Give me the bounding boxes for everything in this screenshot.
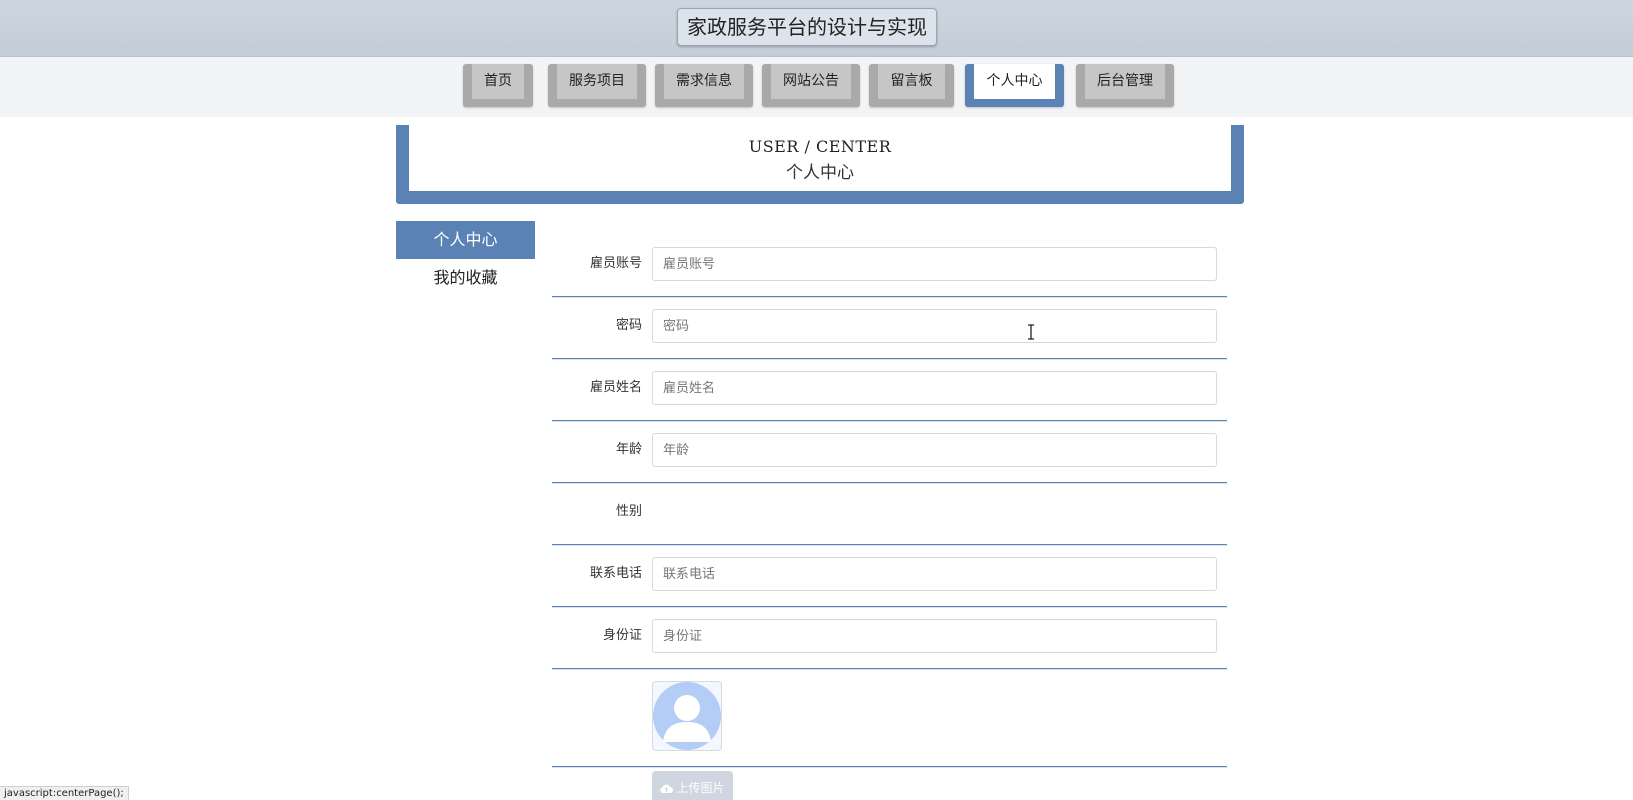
nav-item-label: 服务项目 xyxy=(557,64,637,99)
account-input[interactable] xyxy=(652,247,1217,281)
side-item-favorites[interactable]: 我的收藏 xyxy=(396,259,535,297)
page-root: 家政服务平台的设计与实现 首页 服务项目 需求信息 网站公告 留言板 个人中心 … xyxy=(0,0,1633,800)
nav-item-message-board[interactable]: 留言板 xyxy=(869,64,954,107)
nav-item-label: 留言板 xyxy=(878,64,945,99)
gender-label: 性别 xyxy=(615,504,642,519)
id-card-input[interactable] xyxy=(652,619,1217,653)
name-label: 雇员姓名 xyxy=(589,380,642,395)
nav-item-admin[interactable]: 后台管理 xyxy=(1076,64,1174,107)
user-avatar-icon xyxy=(653,682,721,750)
phone-label: 联系电话 xyxy=(589,566,642,581)
nav-item-label: 后台管理 xyxy=(1085,64,1165,99)
browser-status-bar: javascript:centerPage(); xyxy=(0,786,129,800)
nav-item-label: 网站公告 xyxy=(771,64,851,99)
main-nav: 首页 服务项目 需求信息 网站公告 留言板 个人中心 后台管理 xyxy=(0,57,1633,117)
form-row-avatar xyxy=(552,670,1227,767)
site-title: 家政服务平台的设计与实现 xyxy=(677,8,937,46)
account-label: 雇员账号 xyxy=(589,256,642,271)
profile-form: 雇员账号 密码 雇员姓名 年龄 性别 联系电话 身份证 xyxy=(552,236,1227,768)
form-row-phone: 联系电话 xyxy=(552,546,1227,607)
section-title-en: USER / CENTER xyxy=(748,137,892,156)
section-banner: USER / CENTER 个人中心 xyxy=(396,125,1244,204)
nav-item-label: 首页 xyxy=(472,64,524,99)
phone-input[interactable] xyxy=(652,557,1217,591)
nav-item-home[interactable]: 首页 xyxy=(463,64,533,107)
nav-item-demands[interactable]: 需求信息 xyxy=(655,64,753,107)
age-input[interactable] xyxy=(652,433,1217,467)
id-card-label: 身份证 xyxy=(602,628,642,643)
form-row-name: 雇员姓名 xyxy=(552,360,1227,421)
nav-item-user-center[interactable]: 个人中心 xyxy=(965,64,1064,107)
section-banner-body: USER / CENTER 个人中心 xyxy=(409,125,1231,191)
side-menu: 个人中心 我的收藏 xyxy=(396,221,535,297)
password-input[interactable] xyxy=(652,309,1217,343)
nav-item-announcements[interactable]: 网站公告 xyxy=(762,64,860,107)
nav-item-label: 需求信息 xyxy=(664,64,744,99)
nav-item-services[interactable]: 服务项目 xyxy=(548,64,646,107)
age-label: 年龄 xyxy=(615,442,642,457)
form-row-age: 年龄 xyxy=(552,422,1227,483)
name-input[interactable] xyxy=(652,371,1217,405)
upload-image-button[interactable]: 上传图片 xyxy=(652,771,733,800)
side-item-user-center[interactable]: 个人中心 xyxy=(396,221,535,259)
nav-item-label: 个人中心 xyxy=(974,64,1055,99)
avatar-preview[interactable] xyxy=(652,681,722,751)
section-title-cn: 个人中心 xyxy=(786,163,854,183)
text-cursor-icon xyxy=(1028,324,1034,340)
form-row-password: 密码 xyxy=(552,298,1227,359)
form-row-id-card: 身份证 xyxy=(552,608,1227,669)
password-label: 密码 xyxy=(615,318,642,333)
upload-image-label: 上传图片 xyxy=(676,781,725,795)
site-header: 家政服务平台的设计与实现 xyxy=(0,0,1633,57)
form-row-gender: 性别 xyxy=(552,484,1227,545)
cloud-upload-icon xyxy=(660,784,674,793)
form-row-account: 雇员账号 xyxy=(552,236,1227,297)
